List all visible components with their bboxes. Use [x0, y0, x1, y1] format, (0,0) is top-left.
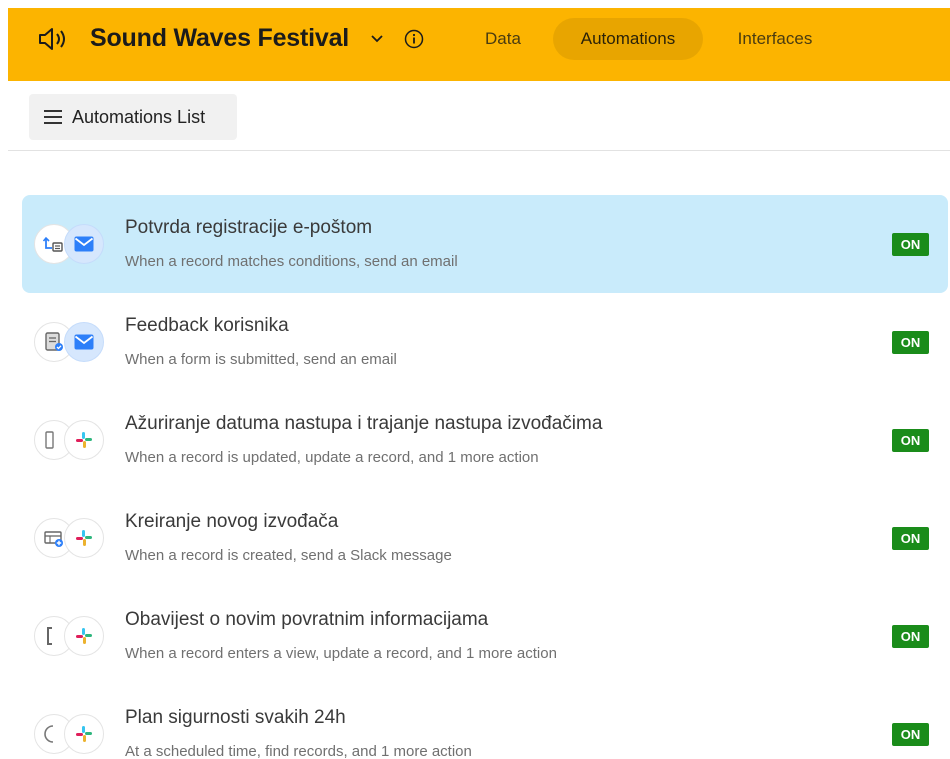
automation-title: Obavijest o novim povratnim informacijam… — [125, 609, 489, 630]
chevron-down-icon[interactable] — [370, 32, 384, 46]
hamburger-menu-icon — [44, 110, 62, 124]
automation-description: At a scheduled time, find records, and 1… — [125, 743, 472, 759]
automation-description: When a form is submitted, send an email — [125, 351, 397, 368]
automation-title: Potvrda registracije e-poštom — [125, 217, 373, 238]
automation-row[interactable]: Obavijest o novim povratnim informacijam… — [22, 587, 948, 685]
automation-icons — [34, 714, 106, 754]
automation-icons — [34, 420, 106, 460]
automations-list-button[interactable]: Automations List — [29, 94, 237, 140]
tab-data[interactable]: Data — [470, 18, 536, 60]
automation-icons — [34, 616, 106, 656]
automation-icons — [34, 322, 106, 362]
automation-icons — [34, 518, 106, 558]
automation-description: When a record is updated, update a recor… — [125, 449, 539, 466]
divider — [8, 150, 950, 151]
automation-title: Kreiranje novog izvođača — [125, 511, 339, 532]
slack-icon — [64, 518, 104, 558]
automation-row[interactable]: Ažuriranje datuma nastupa i trajanje nas… — [22, 391, 948, 489]
automation-row[interactable]: Kreiranje novog izvođača When a record i… — [22, 489, 948, 587]
automation-title: Feedback korisnika — [125, 315, 289, 336]
status-badge[interactable]: ON — [892, 527, 929, 550]
automation-row[interactable]: Potvrda registracije e-poštom When a rec… — [22, 195, 948, 293]
base-name[interactable]: Sound Waves Festival — [90, 24, 349, 53]
slack-icon — [64, 420, 104, 460]
status-badge[interactable]: ON — [892, 233, 929, 256]
status-badge[interactable]: ON — [892, 625, 929, 648]
tab-automations[interactable]: Automations — [553, 18, 703, 60]
slack-icon — [64, 616, 104, 656]
info-icon[interactable] — [404, 29, 424, 49]
status-badge[interactable]: ON — [892, 429, 929, 452]
automation-description: When a record enters a view, update a re… — [125, 645, 557, 662]
top-navigation-bar: Sound Waves Festival Data Automations In… — [8, 8, 950, 81]
automations-list-label: Automations List — [72, 107, 206, 127]
automation-row[interactable]: Feedback korisnika When a form is submit… — [22, 293, 948, 391]
tab-interfaces[interactable]: Interfaces — [722, 18, 828, 60]
automation-title: Plan sigurnosti svakih 24h — [125, 707, 346, 728]
speaker-icon — [39, 28, 65, 50]
status-badge[interactable]: ON — [892, 331, 929, 354]
slack-icon — [64, 714, 104, 754]
automation-description: When a record is created, send a Slack m… — [125, 547, 452, 564]
automation-icons — [34, 224, 106, 264]
email-icon — [64, 224, 104, 264]
automation-row[interactable]: Plan sigurnosti svakih 24h At a schedule… — [22, 685, 948, 759]
automation-title: Ažuriranje datuma nastupa i trajanje nas… — [125, 413, 603, 434]
email-icon — [64, 322, 104, 362]
automation-description: When a record matches conditions, send a… — [125, 253, 458, 270]
status-badge[interactable]: ON — [892, 723, 929, 746]
